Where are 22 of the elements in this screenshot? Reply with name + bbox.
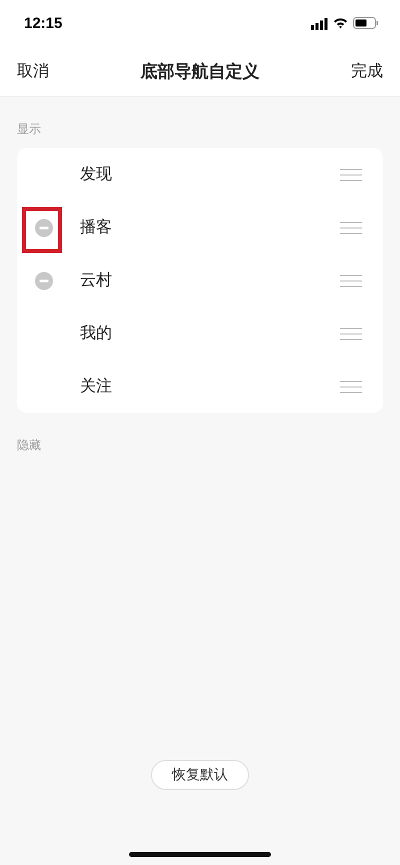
- wifi-icon: [333, 17, 348, 29]
- remove-icon[interactable]: [35, 218, 53, 236]
- tab-name: 关注: [80, 376, 113, 397]
- battery-icon: [353, 17, 378, 29]
- done-button[interactable]: 完成: [351, 60, 383, 82]
- drag-handle-icon[interactable]: [340, 274, 362, 286]
- reset-button[interactable]: 恢复默认: [151, 760, 249, 790]
- section-label: 显示: [17, 121, 41, 138]
- tab-name: 发现: [80, 164, 113, 185]
- drag-handle-icon[interactable]: [340, 328, 362, 340]
- drag-handle-icon[interactable]: [340, 168, 362, 180]
- tab-name: 我的: [80, 323, 113, 344]
- section-label: 隐藏: [17, 437, 41, 454]
- drag-handle-icon[interactable]: [340, 222, 362, 234]
- tab-name: 云村: [80, 270, 113, 291]
- remove-icon[interactable]: [35, 272, 53, 290]
- status-time: 12:15: [24, 14, 62, 32]
- signal-icon: [311, 16, 328, 30]
- page-title: 底部导航自定义: [140, 60, 260, 82]
- drag-handle-icon[interactable]: [340, 380, 362, 392]
- tab-name: 播客: [80, 217, 113, 238]
- cancel-button[interactable]: 取消: [17, 60, 49, 82]
